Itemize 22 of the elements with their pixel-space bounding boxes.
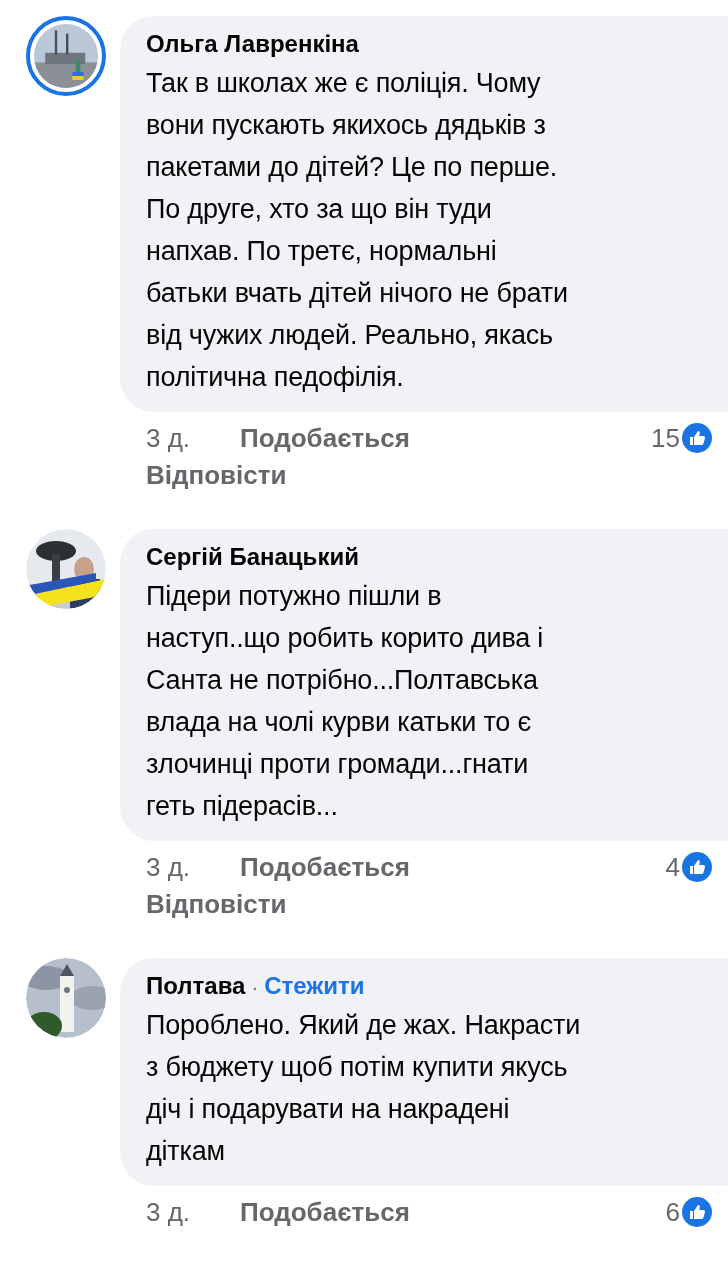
thumbs-up-icon — [682, 1197, 712, 1227]
thumbs-up-icon — [682, 423, 712, 453]
comment-time: 3 д. — [146, 851, 192, 883]
comment-text: Підери потужно пішли в наступ..що робить корито дива і Санта не потрібно...Полтавська влада на чолі курви катьки то є злочинці проти громади...гнати геть підерасів... — [146, 580, 545, 823]
like-link[interactable]: Подобається — [240, 1196, 410, 1228]
author-name[interactable]: Сергій Банацький — [146, 543, 359, 571]
separator-dot: · — [251, 976, 259, 999]
like-link[interactable]: Подобається — [240, 422, 410, 454]
follow-link[interactable]: Стежити — [264, 972, 365, 1000]
like-count: 4 — [665, 851, 680, 883]
reply-link[interactable]: Відповісти — [120, 883, 287, 920]
like-count: 6 — [665, 1196, 680, 1228]
comment-time: 3 д. — [146, 1196, 192, 1228]
author-name[interactable]: Ольга Лавренкіна — [146, 30, 359, 58]
like-count: 15 — [651, 422, 680, 454]
reply-link[interactable]: Відповісти — [120, 454, 287, 491]
comment-text: Так в школах же є поліція. Чому вони пускають якихось дядьків з пакетами до дітей? Це по перше. По друге, хто за що він туди напхав. По третє, нормальні батьки вчать дітей нічого не брати від чужих людей. Реально, якась політична педофілія. — [146, 67, 569, 394]
comment-text: Пороблено. Який де жах. Накрасти з бюджету щоб потім купити якусь діч і подарувати на накрадені діткам — [146, 1009, 582, 1168]
comment-time: 3 д. — [146, 422, 192, 454]
like-link[interactable]: Подобається — [240, 851, 410, 883]
author-name[interactable]: Полтава — [146, 972, 246, 1000]
thumbs-up-icon — [682, 852, 712, 882]
